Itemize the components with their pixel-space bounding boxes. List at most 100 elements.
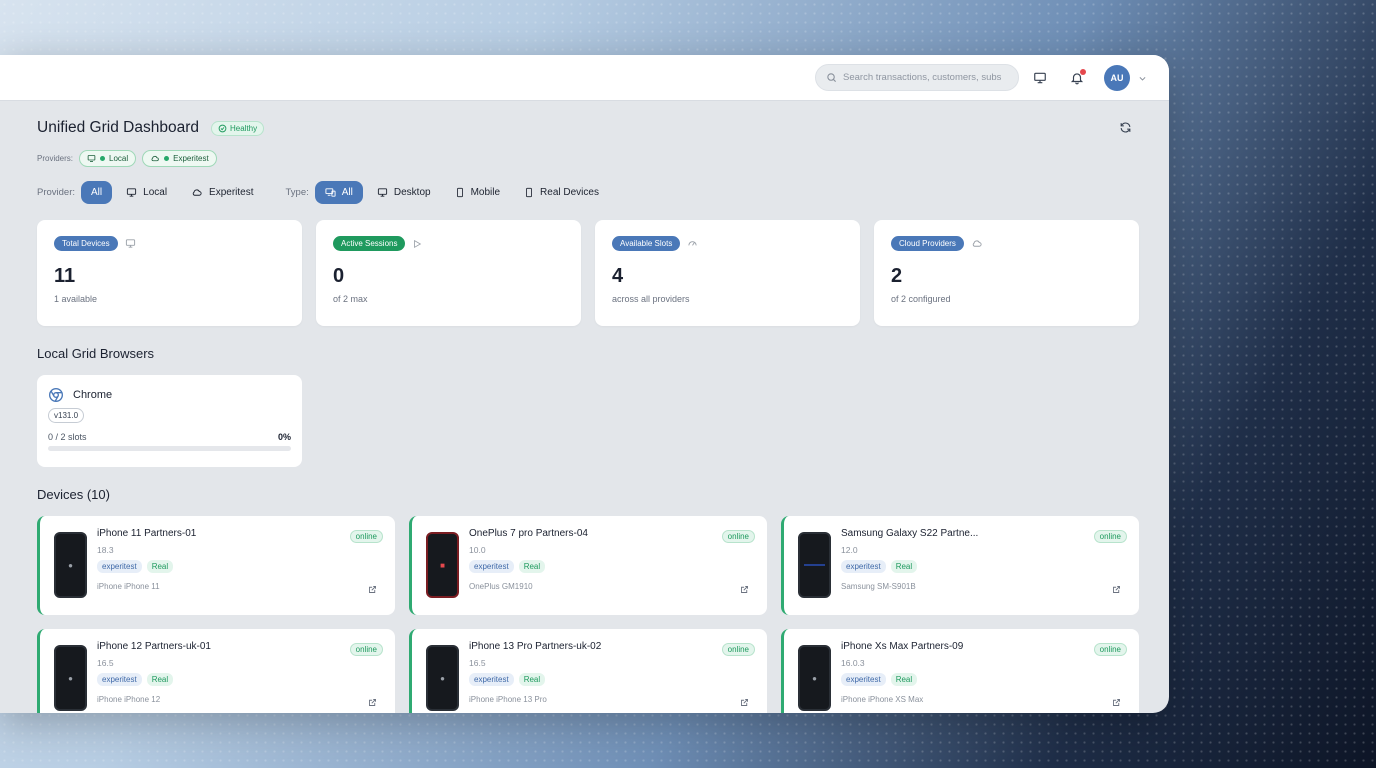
stat-label: Active Sessions <box>333 236 406 251</box>
status-badge: online <box>349 530 383 543</box>
provider-filter-all[interactable]: All <box>81 181 113 204</box>
apple-icon: ● <box>812 673 817 683</box>
filter-label: All <box>91 187 103 198</box>
browser-version: v131.0 <box>48 408 85 423</box>
phone-thumbnail <box>798 532 831 598</box>
app-window: AU Unified Grid Dashboard Healthy Provid… <box>0 55 1169 713</box>
apple-icon: ● <box>68 560 73 570</box>
device-card[interactable]: ● iPhone Xs Max Partners-09 16.0.3 exper… <box>781 629 1139 713</box>
notifications-button[interactable] <box>1067 68 1087 88</box>
online-dot <box>164 156 170 161</box>
device-kind-tag: Real <box>146 673 174 686</box>
device-name: iPhone 11 Partners-01 <box>97 528 197 539</box>
provider-chip-experitest: Experitest <box>142 150 217 167</box>
providers-row: Providers: Local Experitest <box>37 150 217 167</box>
device-os-version: 16.5 <box>469 658 486 668</box>
monitor-icon <box>87 155 96 162</box>
filter-label: Experitest <box>209 187 254 198</box>
stat-subtitle: of 2 configured <box>891 294 951 304</box>
account-menu-toggle[interactable] <box>1132 68 1152 88</box>
browser-card-chrome[interactable]: Chrome v131.0 0 / 2 slots 0% <box>37 375 302 467</box>
device-kind-tag: Real <box>890 560 918 573</box>
open-device-button[interactable] <box>740 694 749 712</box>
provider-filter-local[interactable]: Local <box>116 181 177 204</box>
device-model: iPhone iPhone 13 Pro <box>469 695 547 704</box>
open-device-button[interactable] <box>740 581 749 599</box>
monitor-icon <box>377 188 387 197</box>
devices-title: Devices (10) <box>37 487 110 502</box>
status-badge: online <box>721 530 755 543</box>
monitor-icon <box>125 239 135 248</box>
type-filter-all[interactable]: All <box>314 181 363 204</box>
search-input[interactable] <box>843 72 1011 83</box>
providers-label: Providers: <box>37 154 74 163</box>
slots-label: 0 / 2 slots <box>48 432 87 442</box>
device-name: iPhone Xs Max Partners-09 <box>841 641 964 652</box>
open-device-button[interactable] <box>1112 581 1121 599</box>
open-device-button[interactable] <box>368 694 377 712</box>
external-link-icon <box>741 699 748 706</box>
type-filter-mobile[interactable]: Mobile <box>445 181 510 204</box>
stat-value: 4 <box>612 265 624 287</box>
status-badge: online <box>1093 530 1127 543</box>
open-device-button[interactable] <box>1112 694 1121 712</box>
device-card[interactable]: ● iPhone 13 Pro Partners-uk-02 16.5 expe… <box>409 629 767 713</box>
device-model: iPhone iPhone XS Max <box>841 695 924 704</box>
notification-badge <box>1080 69 1086 75</box>
device-os-version: 16.0.3 <box>841 658 865 668</box>
provider-tag: experitest <box>97 560 142 573</box>
type-filter-desktop[interactable]: Desktop <box>367 181 441 204</box>
devices-icon <box>325 188 336 197</box>
type-filter-real-devices[interactable]: Real Devices <box>514 181 609 204</box>
external-link-icon <box>741 586 748 593</box>
browser-name: Chrome <box>73 389 113 401</box>
device-card[interactable]: ● iPhone 12 Partners-uk-01 16.5 experite… <box>37 629 395 713</box>
stat-card-cloud-providers: Cloud Providers 2 of 2 configured <box>874 220 1139 326</box>
stat-card-total-devices: Total Devices 11 1 available <box>37 220 302 326</box>
status-badge: Healthy <box>210 120 265 136</box>
avatar[interactable]: AU <box>1104 65 1130 91</box>
status-label: Healthy <box>229 123 258 133</box>
device-model: OnePlus GM1910 <box>469 582 533 591</box>
provider-chip-label: Experitest <box>173 154 209 163</box>
external-link-icon <box>1113 586 1120 593</box>
device-grid: ● iPhone 11 Partners-01 18.3 experitest R… <box>37 516 1139 713</box>
filter-label: Desktop <box>393 187 431 198</box>
device-model: Samsung SM-S901B <box>841 582 916 591</box>
device-os-version: 16.5 <box>97 658 114 668</box>
monitor-button[interactable] <box>1030 68 1050 88</box>
stats-row: Total Devices 11 1 available Active Sess… <box>37 220 1139 326</box>
device-card[interactable]: ■ OnePlus 7 pro Partners-04 10.0 experit… <box>409 516 767 615</box>
avatar-initials: AU <box>1110 73 1124 83</box>
device-card[interactable]: Samsung Galaxy S22 Partne... 12.0 experi… <box>781 516 1139 615</box>
provider-filter-experitest[interactable]: Experitest <box>181 181 263 204</box>
local-grid-title: Local Grid Browsers <box>37 346 155 361</box>
refresh-button[interactable] <box>1119 121 1132 139</box>
phone-thumbnail: ● <box>426 645 459 711</box>
stat-card-available-slots: Available Slots 4 across all providers <box>595 220 860 326</box>
device-card[interactable]: ● iPhone 11 Partners-01 18.3 experitest R… <box>37 516 395 615</box>
filter-label: All <box>341 187 353 198</box>
search-icon <box>827 73 837 83</box>
oneplus-icon: ■ <box>440 560 445 570</box>
check-circle-icon <box>218 124 227 132</box>
external-link-icon <box>369 586 376 593</box>
device-os-version: 18.3 <box>97 545 114 555</box>
status-badge: online <box>1093 643 1127 656</box>
device-model: iPhone iPhone 11 <box>97 582 160 591</box>
device-os-version: 10.0 <box>469 545 486 555</box>
cloud-icon <box>192 189 202 196</box>
filter-label: Mobile <box>470 187 501 198</box>
stat-subtitle: 1 available <box>54 294 98 304</box>
play-icon <box>414 239 422 248</box>
chevron-down-icon <box>1139 76 1145 81</box>
device-kind-tag: Real <box>146 560 174 573</box>
monitor-icon <box>1034 72 1046 84</box>
stat-subtitle: across all providers <box>612 294 690 304</box>
phone-thumbnail: ● <box>798 645 831 711</box>
device-kind-tag: Real <box>518 560 546 573</box>
open-device-button[interactable] <box>368 581 377 599</box>
search-box[interactable] <box>815 64 1019 91</box>
online-dot <box>100 156 106 161</box>
filter-bar: Provider: All Local Experitest Type: All… <box>37 181 609 204</box>
